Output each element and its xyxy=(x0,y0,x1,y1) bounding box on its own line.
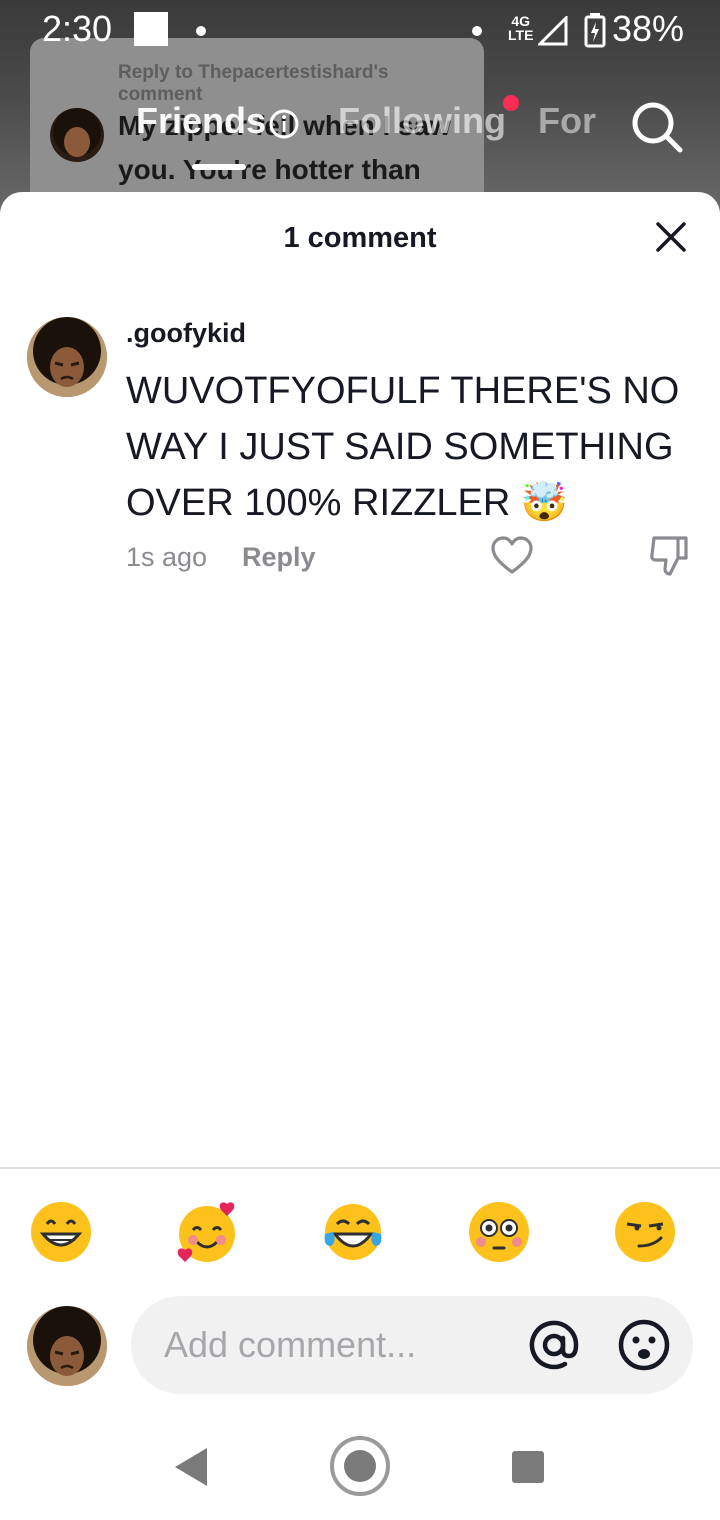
grin-emoji-icon[interactable] xyxy=(29,1200,93,1264)
commenter-avatar[interactable] xyxy=(27,317,107,397)
status-time: 2:30 xyxy=(42,8,113,49)
commenter-username[interactable]: .goofykid xyxy=(126,318,246,349)
tab-for-you[interactable]: For xyxy=(538,100,596,142)
following-notification-dot xyxy=(503,95,519,111)
smirk-emoji-icon[interactable] xyxy=(613,1200,677,1264)
tab-active-indicator xyxy=(192,164,246,170)
reply-sticker-avatar xyxy=(50,108,104,162)
back-icon[interactable] xyxy=(171,1446,211,1488)
notification-dot-icon xyxy=(196,26,206,36)
network-type: 4G LTE xyxy=(508,14,533,42)
comment-timestamp: 1s ago xyxy=(126,542,208,572)
tears-of-joy-emoji-icon[interactable] xyxy=(321,1200,385,1264)
home-icon[interactable] xyxy=(328,1434,392,1498)
close-icon[interactable] xyxy=(650,216,692,258)
info-icon[interactable] xyxy=(268,108,300,140)
emoji-picker-icon[interactable] xyxy=(617,1318,671,1372)
notification-icon xyxy=(134,12,168,46)
comments-count-title: 1 comment xyxy=(283,222,437,254)
thumbs-down-icon[interactable] xyxy=(648,534,690,578)
reply-button[interactable]: Reply xyxy=(242,542,316,573)
mention-icon[interactable] xyxy=(527,1318,581,1372)
network-sublabel: LTE xyxy=(508,27,534,43)
flushed-emoji-icon[interactable] xyxy=(467,1200,531,1264)
user-avatar xyxy=(27,1306,107,1386)
battery-percent: 38% xyxy=(612,8,685,49)
recent-apps-icon[interactable] xyxy=(511,1450,545,1484)
heart-icon[interactable] xyxy=(490,536,534,576)
tab-friends[interactable]: Friends xyxy=(136,100,266,142)
notification-dot-icon xyxy=(472,26,482,36)
comment-input-placeholder[interactable]: Add comment... xyxy=(164,1324,416,1366)
tab-following[interactable]: Following xyxy=(338,100,506,142)
signal-icon xyxy=(538,16,568,46)
composer-divider xyxy=(0,1167,720,1169)
status-bar: 2:30 4G LTE 38% xyxy=(0,0,720,62)
network-label: 4G xyxy=(511,13,531,29)
comment-text: WUVOTFYOFULF THERE'S NO WAY I JUST SAID … xyxy=(126,370,680,524)
battery-icon xyxy=(584,13,606,48)
smiling-hearts-emoji-icon[interactable] xyxy=(175,1200,239,1264)
search-icon[interactable] xyxy=(630,100,684,154)
